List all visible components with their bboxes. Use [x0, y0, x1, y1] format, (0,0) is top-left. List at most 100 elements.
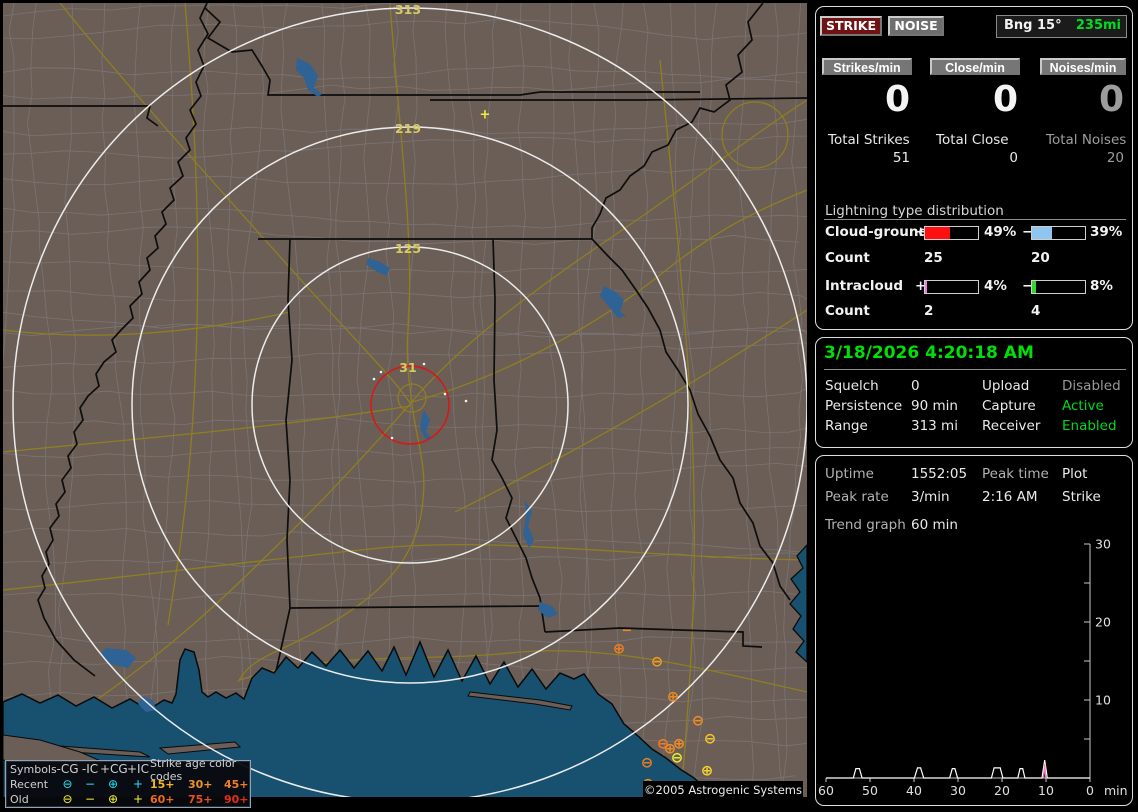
cg-positive-count: 25 [924, 250, 943, 266]
intracloud-count-row: Count 2 4 [816, 303, 1132, 321]
age-badge-45: 45+ [224, 778, 249, 791]
status-row: Squelch 0 Upload Disabled [816, 378, 1132, 396]
ic-positive-bar [924, 280, 979, 294]
age-badge-30: 30+ [188, 778, 213, 791]
plot-type-value: Strike [1062, 489, 1101, 505]
capture-status: Active [1062, 398, 1104, 414]
strikes-per-min-button[interactable]: Strikes/min [822, 58, 912, 75]
total-strikes-label: Total Strikes [828, 132, 910, 148]
ic-negative-percent: 8% [1090, 278, 1113, 294]
range-ring-label: 219 [395, 121, 421, 136]
strike-symbol-cloud-ground-positive: ⊕ [613, 640, 626, 658]
trend-series-strike-rate [826, 760, 1090, 779]
circle-plus-icon: ⊕ [107, 777, 119, 791]
age-badge-15: 15+ [150, 778, 175, 791]
plus-icon: + [132, 792, 144, 806]
svg-text:0: 0 [1086, 783, 1094, 798]
svg-text:50: 50 [862, 783, 878, 798]
close-per-min-value: 0 [992, 79, 1018, 120]
legend-old-label: Old [10, 793, 29, 806]
strike-symbol-cloud-ground-negative: ⊖ [671, 749, 684, 767]
lightning-map[interactable]: 31321912531 +−⊕⊖⊕⊖⊖⊖⊕⊕⊖⊖⊕⊖ [0, 0, 810, 812]
distribution-title: Lightning type distribution [825, 203, 1004, 219]
datetime-display: 3/18/2026 4:20:18 AM [824, 343, 1034, 363]
svg-text:10: 10 [1038, 783, 1054, 798]
svg-text:40: 40 [906, 783, 922, 798]
legend-col-pos-cg: +CG [100, 762, 128, 776]
age-badge-75: 75+ [188, 793, 213, 806]
legend-col-neg-ic: -IC [81, 762, 99, 776]
ic-positive-percent: 4% [984, 278, 1007, 294]
svg-text:10: 10 [1095, 693, 1111, 708]
peak-rate-value: 3/min [911, 489, 950, 505]
range-ring-label: 313 [395, 2, 421, 17]
strike-symbol-cloud-ground-positive: ⊕ [667, 688, 680, 706]
close-counter-column: Close/min 0 Total Close 0 [930, 7, 1020, 177]
minus-icon: − [84, 792, 96, 806]
cloud-ground-label: Cloud-ground [825, 224, 929, 240]
cg-negative-count: 20 [1031, 250, 1050, 266]
circle-plus-icon: ⊕ [107, 792, 119, 806]
receiver-label: Receiver [982, 418, 1041, 434]
trend-graph: 10 20 30 60 50 40 30 20 10 0 min [818, 537, 1128, 799]
total-noises-value: 20 [1106, 150, 1124, 166]
strike-symbol-cloud-ground-negative: ⊖ [704, 730, 717, 748]
uptime-value: 1552:05 [911, 466, 968, 482]
map-legend: Symbols -CG -IC +CG +IC Strike age color… [5, 757, 251, 808]
peak-time-label: Peak time [982, 466, 1049, 482]
strike-symbol-cloud-ground-negative: ⊖ [641, 754, 654, 772]
cloud-ground-count-row: Count 25 20 [816, 250, 1132, 268]
cg-positive-percent: 49% [984, 224, 1017, 240]
copyright-notice: ©2005 Astrogenic Systems [643, 781, 803, 799]
strike-symbol-intracloud-negative: − [622, 624, 633, 639]
noises-per-min-value: 0 [1098, 79, 1124, 120]
cloud-ground-row: Cloud-ground + 49% − 39% [816, 224, 1132, 242]
count-label: Count [825, 250, 870, 266]
upload-label: Upload [982, 378, 1030, 394]
ic-negative-bar [1031, 280, 1086, 294]
age-badge-90: 90+ [224, 793, 249, 806]
strikes-counter-column: Strikes/min 0 Total Strikes 51 [822, 7, 912, 177]
legend-symbols-header: Symbols [10, 763, 57, 776]
cg-negative-bar [1031, 226, 1086, 240]
svg-text:30: 30 [950, 783, 966, 798]
legend-col-pos-ic: +IC [127, 762, 149, 776]
range-ring-label: 125 [395, 241, 421, 256]
range-label: Range [825, 418, 868, 434]
squelch-value: 0 [911, 378, 920, 394]
noises-per-min-button[interactable]: Noises/min [1040, 58, 1126, 75]
app-window: 31321912531 +−⊕⊖⊕⊖⊖⊖⊕⊕⊖⊖⊕⊖ Symbols -CG -… [0, 0, 1138, 812]
svg-text:min: min [1104, 783, 1128, 798]
map-margin-right [807, 0, 810, 812]
upload-status: Disabled [1062, 378, 1121, 394]
strike-symbol-cloud-ground-negative: ⊖ [692, 712, 705, 730]
cg-positive-bar [924, 226, 979, 240]
total-noises-label: Total Noises [1046, 132, 1127, 148]
counters-panel: STRIKE NOISE Bng 15° 235mi Strikes/min 0… [815, 6, 1133, 330]
map-margin-top [0, 0, 810, 3]
uptime-label: Uptime [825, 466, 874, 482]
legend-recent-label: Recent [10, 778, 49, 791]
divider [824, 219, 1126, 220]
strike-symbol-intracloud-positive: + [480, 108, 491, 123]
close-per-min-button[interactable]: Close/min [930, 58, 1020, 75]
count-label: Count [825, 303, 870, 319]
legend-col-neg-cg: -CG [56, 762, 79, 776]
squelch-label: Squelch [825, 378, 879, 394]
trend-panel: Uptime 1552:05 Peak time Plot Peak rate … [815, 455, 1133, 806]
noises-counter-column: Noises/min 0 Total Noises 20 [1040, 7, 1126, 177]
uptime-row: Uptime 1552:05 Peak time Plot [816, 466, 1132, 484]
svg-text:60: 60 [818, 783, 834, 798]
status-row: Range 313 mi Receiver Enabled [816, 418, 1132, 436]
trend-graph-value: 60 min [911, 517, 958, 533]
intracloud-label: Intracloud [825, 278, 904, 294]
receiver-status: Enabled [1062, 418, 1117, 434]
persistence-value: 90 min [911, 398, 958, 414]
svg-text:30: 30 [1095, 537, 1111, 552]
ic-positive-count: 2 [924, 303, 934, 319]
total-close-value: 0 [1009, 150, 1018, 166]
range-ring-label: 31 [399, 360, 416, 375]
strike-symbol-cloud-ground-positive: ⊕ [701, 762, 714, 780]
peak-rate-label: Peak rate [825, 489, 889, 505]
strikes-per-min-value: 0 [884, 79, 910, 120]
